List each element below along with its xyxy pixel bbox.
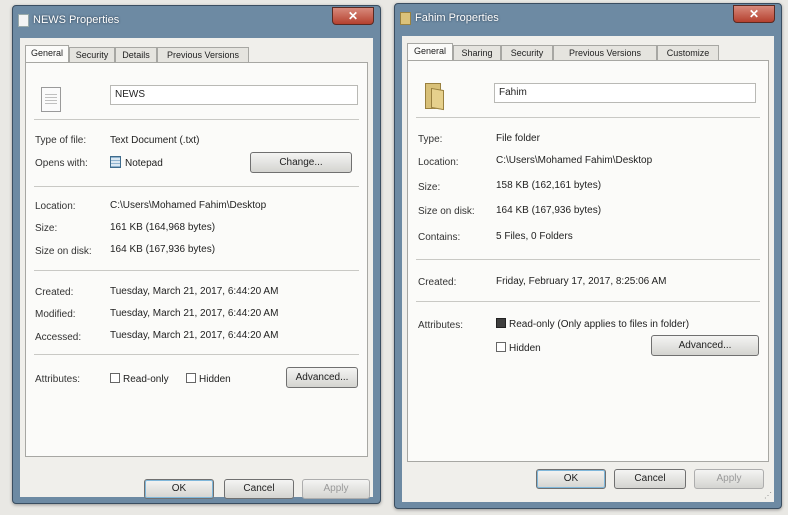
text-document-icon xyxy=(41,87,61,112)
tab-strip: General Sharing Security Previous Versio… xyxy=(407,43,769,60)
size-value: 158 KB (162,161 bytes) xyxy=(496,180,602,191)
folder-icon xyxy=(425,83,447,111)
separator xyxy=(416,259,760,260)
tab-security[interactable]: Security xyxy=(501,45,553,60)
tab-details[interactable]: Details xyxy=(115,47,157,62)
window-title: Fahim Properties xyxy=(415,12,499,24)
size-on-disk-value: 164 KB (167,936 bytes) xyxy=(496,205,602,216)
opens-with-value: Notepad xyxy=(110,156,163,169)
title-bar[interactable]: NEWS Properties ✕ xyxy=(13,6,380,38)
fahim-properties-dialog: Fahim Properties ✕ General Sharing Secur… xyxy=(394,3,782,509)
contains-value: 5 Files, 0 Folders xyxy=(496,231,573,242)
tab-security[interactable]: Security xyxy=(69,47,115,62)
close-icon[interactable]: ✕ xyxy=(733,5,775,23)
apply-button[interactable]: Apply xyxy=(694,469,764,489)
tab-general[interactable]: General xyxy=(407,43,453,60)
opens-with-app: Notepad xyxy=(125,158,163,169)
attributes-label: Attributes: xyxy=(35,374,81,385)
modified-label: Modified: xyxy=(35,309,76,320)
folder-name-field[interactable]: Fahim xyxy=(494,83,756,103)
accessed-value: Tuesday, March 21, 2017, 6:44:20 AM xyxy=(110,330,279,341)
location-value: C:\Users\Mohamed Fahim\Desktop xyxy=(496,155,653,166)
separator xyxy=(416,117,760,118)
size-label: Size: xyxy=(418,182,441,193)
created-value: Friday, February 17, 2017, 8:25:06 AM xyxy=(496,276,667,287)
ok-button[interactable]: OK xyxy=(144,479,214,499)
title-bar[interactable]: Fahim Properties ✕ xyxy=(395,4,781,36)
checkbox-icon xyxy=(110,373,120,383)
apply-button[interactable]: Apply xyxy=(302,479,370,499)
separator xyxy=(34,270,359,271)
file-name-field[interactable]: NEWS xyxy=(110,85,358,105)
folder-icon xyxy=(400,12,411,25)
type-of-file-value: Text Document (.txt) xyxy=(110,135,200,146)
close-icon[interactable]: ✕ xyxy=(332,7,374,25)
checkbox-icon xyxy=(496,342,506,352)
location-label: Location: xyxy=(35,201,76,212)
size-on-disk-value: 164 KB (167,936 bytes) xyxy=(110,244,216,255)
tab-strip: General Security Details Previous Versio… xyxy=(25,45,368,62)
general-tab-panel: Fahim Type: File folder Location: C:\Use… xyxy=(407,60,769,462)
hidden-checkbox[interactable]: Hidden xyxy=(186,373,231,385)
tab-general[interactable]: General xyxy=(25,45,69,62)
readonly-checkbox[interactable]: Read-only (Only applies to files in fold… xyxy=(496,318,689,330)
news-properties-dialog: NEWS Properties ✕ General Security Detai… xyxy=(12,5,381,504)
change-button[interactable]: Change... xyxy=(250,152,352,173)
dialog-client-area: General Sharing Security Previous Versio… xyxy=(402,36,774,502)
modified-value: Tuesday, March 21, 2017, 6:44:20 AM xyxy=(110,308,279,319)
size-value: 161 KB (164,968 bytes) xyxy=(110,222,216,233)
type-label: Type: xyxy=(418,134,443,145)
opens-with-label: Opens with: xyxy=(35,158,88,169)
readonly-label: Read-only xyxy=(123,374,169,385)
tab-previous-versions[interactable]: Previous Versions xyxy=(553,45,657,60)
advanced-button[interactable]: Advanced... xyxy=(286,367,358,388)
separator xyxy=(416,301,760,302)
cancel-button[interactable]: Cancel xyxy=(224,479,294,499)
dialog-client-area: General Security Details Previous Versio… xyxy=(20,38,373,499)
size-on-disk-label: Size on disk: xyxy=(35,246,92,257)
type-of-file-label: Type of file: xyxy=(35,135,87,146)
folder-front xyxy=(431,87,444,111)
hidden-label: Hidden xyxy=(509,343,541,354)
text-file-icon xyxy=(18,14,29,27)
separator xyxy=(34,354,359,355)
resize-grip-icon[interactable]: ⋰ xyxy=(764,491,772,500)
created-value: Tuesday, March 21, 2017, 6:44:20 AM xyxy=(110,286,279,297)
hidden-checkbox[interactable]: Hidden xyxy=(496,342,541,354)
created-label: Created: xyxy=(418,277,457,288)
ok-button[interactable]: OK xyxy=(536,469,606,489)
separator xyxy=(34,186,359,187)
readonly-checkbox[interactable]: Read-only xyxy=(110,373,169,385)
hidden-label: Hidden xyxy=(199,374,231,385)
general-tab-panel: NEWS Type of file: Text Document (.txt) … xyxy=(25,62,368,457)
location-label: Location: xyxy=(418,157,459,168)
checkbox-indeterminate-icon xyxy=(496,318,506,328)
tab-previous-versions[interactable]: Previous Versions xyxy=(157,47,249,62)
tab-customize[interactable]: Customize xyxy=(657,45,719,60)
notepad-icon xyxy=(110,156,121,168)
window-title: NEWS Properties xyxy=(33,14,120,26)
readonly-label: Read-only (Only applies to files in fold… xyxy=(509,319,690,330)
type-value: File folder xyxy=(496,133,540,144)
contains-label: Contains: xyxy=(418,232,461,243)
size-on-disk-label: Size on disk: xyxy=(418,206,475,217)
cancel-button[interactable]: Cancel xyxy=(614,469,686,489)
checkbox-icon xyxy=(186,373,196,383)
separator xyxy=(34,119,359,120)
created-label: Created: xyxy=(35,287,74,298)
attributes-label: Attributes: xyxy=(418,320,464,331)
size-label: Size: xyxy=(35,223,58,234)
location-value: C:\Users\Mohamed Fahim\Desktop xyxy=(110,200,267,211)
accessed-label: Accessed: xyxy=(35,332,82,343)
advanced-button[interactable]: Advanced... xyxy=(651,335,759,356)
tab-sharing[interactable]: Sharing xyxy=(453,45,501,60)
